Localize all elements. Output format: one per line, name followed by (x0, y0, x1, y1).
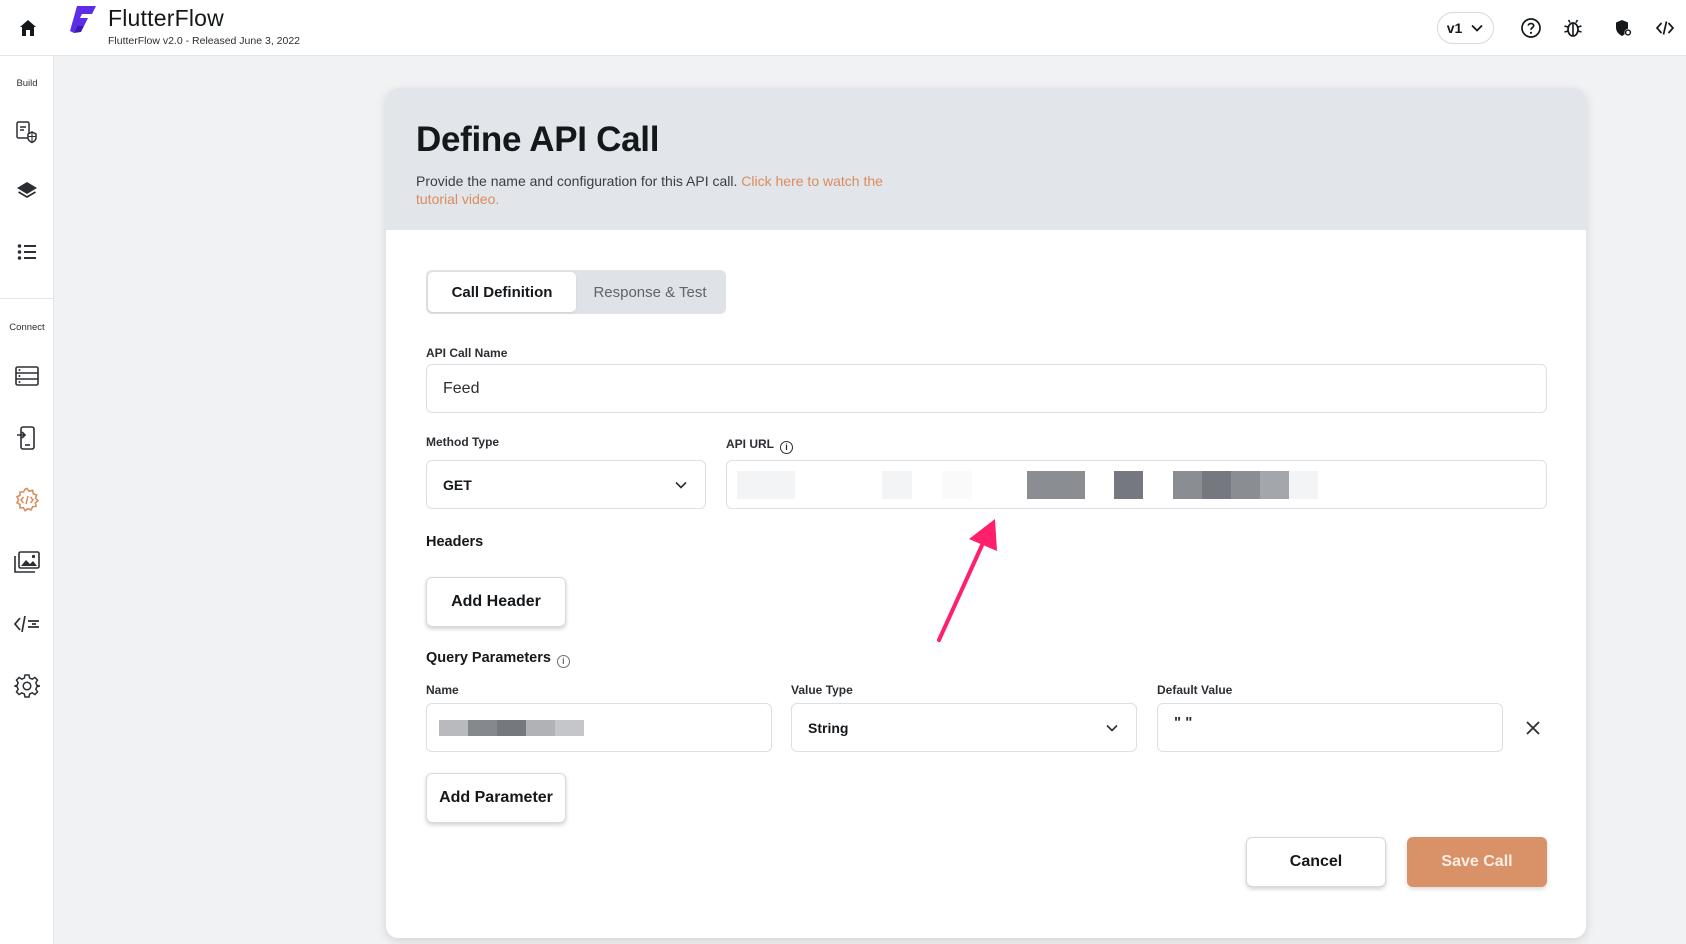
redacted-block (468, 720, 497, 736)
close-icon (1526, 721, 1540, 735)
redacted-block (439, 720, 468, 736)
param-value-type-select[interactable]: String (791, 703, 1137, 752)
redacted-block (942, 471, 972, 499)
tab-call-definition[interactable]: Call Definition (428, 272, 576, 312)
cancel-button[interactable]: Cancel (1246, 837, 1386, 887)
dialog-tabs: Call Definition Response & Test (426, 270, 726, 314)
layers-icon (17, 182, 37, 199)
api-url-input[interactable] (726, 460, 1547, 509)
param-default-value-header: Default Value (1157, 683, 1233, 697)
api-calls-icon (15, 487, 40, 512)
save-call-button[interactable]: Save Call (1407, 837, 1547, 887)
redacted-block (1289, 471, 1318, 499)
home-button[interactable] (10, 10, 46, 46)
chevron-down-icon (1471, 24, 1483, 32)
media-assets-icon (14, 551, 40, 573)
param-default-value: " " (1174, 714, 1193, 731)
sidebar-item-app-state[interactable] (7, 418, 47, 458)
add-parameter-button[interactable]: Add Parameter (426, 773, 566, 823)
method-type-label: Method Type (426, 435, 500, 449)
param-value-type-header: Value Type (791, 683, 853, 697)
api-url-label: API URL i (726, 437, 793, 454)
redacted-block (1260, 471, 1289, 499)
sidebar-build-label: Build (16, 78, 38, 89)
shield-gear-icon (1616, 20, 1632, 37)
redacted-block (882, 471, 912, 499)
api-url-label-text: API URL (726, 437, 774, 451)
home-icon (20, 20, 36, 36)
top-actions: v1 (1437, 0, 1686, 56)
sidebar-item-api-calls[interactable] (7, 480, 47, 520)
sidebar-item-storyboard[interactable] (7, 232, 47, 272)
param-name-header: Name (426, 683, 459, 697)
storyboard-list-icon (17, 244, 36, 260)
redacted-block (1027, 471, 1085, 499)
redacted-block (555, 720, 584, 736)
help-button[interactable] (1510, 7, 1552, 49)
chevron-down-icon (1106, 724, 1118, 732)
query-parameters-label: Query Parameters i (426, 650, 570, 668)
remove-parameter-button[interactable] (1519, 714, 1547, 742)
annotation-arrow-icon (937, 519, 997, 642)
redacted-block (1202, 471, 1231, 499)
dialog-description: Provide the name and configuration for t… (416, 172, 886, 208)
sidebar-item-media-assets[interactable] (7, 542, 47, 582)
app-name: FlutterFlow (108, 5, 224, 31)
dialog-title: Define API Call (416, 120, 660, 159)
sidebar-item-settings[interactable] (7, 666, 47, 706)
code-icon (1655, 21, 1675, 35)
api-call-name-label: API Call Name (426, 346, 508, 360)
redacted-block (1231, 471, 1260, 499)
theme-icon (16, 121, 37, 144)
bug-icon (1564, 19, 1582, 37)
dialog-header: Define API Call Provide the name and con… (386, 88, 1586, 230)
sidebar-item-firestore[interactable] (7, 356, 47, 396)
method-type-select[interactable]: GET (426, 460, 706, 509)
tab-response-test[interactable]: Response & Test (576, 272, 724, 312)
headers-label: Headers (426, 534, 484, 550)
param-name-input[interactable] (426, 703, 772, 752)
define-api-call-dialog: Define API Call Provide the name and con… (386, 88, 1586, 938)
redacted-block (1173, 471, 1202, 499)
add-header-button[interactable]: Add Header (426, 577, 566, 627)
top-bar: FlutterFlow FlutterFlow v2.0 - Released … (0, 0, 1686, 56)
help-icon (1521, 18, 1541, 38)
sidebar: Build Connect (0, 56, 54, 944)
redacted-block (737, 471, 795, 499)
settings-icon (14, 674, 40, 698)
brand: FlutterFlow FlutterFlow v2.0 - Released … (68, 4, 300, 47)
version-select[interactable]: v1 (1437, 12, 1494, 44)
redacted-block (526, 720, 555, 736)
redacted-block (1114, 471, 1143, 499)
sidebar-item-theme[interactable] (7, 112, 47, 152)
info-icon[interactable]: i (556, 655, 570, 668)
app-version: FlutterFlow v2.0 - Released June 3, 2022 (108, 35, 301, 47)
query-parameters-label-text: Query Parameters (426, 650, 551, 666)
app-state-icon (17, 426, 35, 450)
firestore-icon (15, 366, 39, 386)
view-code-button[interactable] (1644, 7, 1686, 49)
version-value: v1 (1446, 20, 1463, 36)
chevron-down-icon (675, 481, 687, 489)
custom-code-icon (13, 615, 39, 633)
method-type-value: GET (443, 476, 472, 493)
api-call-name-input[interactable]: Feed (426, 364, 1547, 413)
description-text: Provide the name and configuration for t… (416, 173, 738, 189)
info-icon[interactable]: i (780, 441, 793, 454)
param-value-type-value: String (808, 719, 849, 736)
debug-button[interactable] (1552, 7, 1594, 49)
security-button[interactable] (1602, 7, 1644, 49)
redacted-block (497, 720, 526, 736)
sidebar-item-layers[interactable] (7, 171, 47, 211)
flutterflow-logo-icon (70, 6, 96, 33)
sidebar-divider (0, 298, 54, 299)
api-call-name-value: Feed (443, 379, 480, 397)
param-default-value-input[interactable]: " " (1157, 703, 1503, 752)
sidebar-item-custom-code[interactable] (7, 604, 47, 644)
sidebar-connect-label: Connect (9, 322, 45, 333)
